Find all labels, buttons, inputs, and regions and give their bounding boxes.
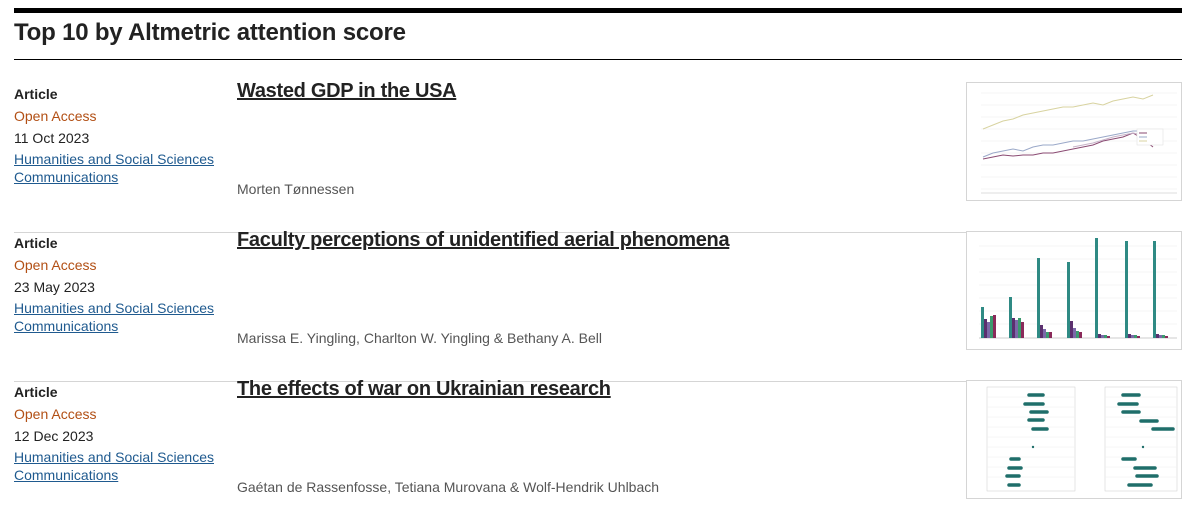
journal-link[interactable]: Humanities and Social Sciences Communica…	[14, 448, 229, 484]
article-item: Article Open Access 23 May 2023 Humaniti…	[14, 229, 1182, 382]
dot-plot-thumbnail[interactable]	[966, 380, 1182, 499]
article-type: Article	[14, 235, 58, 251]
article-meta: Article Open Access 11 Oct 2023 Humaniti…	[14, 84, 229, 186]
article-type: Article	[14, 86, 58, 102]
article-meta: Article Open Access 23 May 2023 Humaniti…	[14, 233, 229, 335]
line-chart-thumbnail[interactable]	[966, 82, 1182, 201]
publication-date: 12 Dec 2023	[14, 428, 94, 444]
article-authors: Gaétan de Rassenfosse, Tetiana Murovana …	[237, 479, 660, 495]
publication-date: 23 May 2023	[14, 279, 95, 295]
top-border	[14, 8, 1182, 13]
title-divider	[14, 59, 1182, 60]
journal-link[interactable]: Humanities and Social Sciences Communica…	[14, 299, 229, 335]
article-title-link[interactable]: Faculty perceptions of unidentified aeri…	[237, 229, 730, 252]
bar-chart-thumbnail[interactable]	[966, 231, 1182, 350]
page: Top 10 by Altmetric attention score Arti…	[0, 0, 1200, 504]
article-title-link[interactable]: Wasted GDP in the USA	[237, 80, 457, 103]
publication-date: 11 Oct 2023	[14, 130, 90, 146]
article-item: Article Open Access 11 Oct 2023 Humaniti…	[14, 80, 1182, 233]
article-item: Article Open Access 12 Dec 2023 Humaniti…	[14, 378, 1182, 531]
article-title-link[interactable]: The effects of war on Ukrainian research	[237, 378, 611, 401]
article-authors: Marissa E. Yingling, Charlton W. Yinglin…	[237, 330, 602, 346]
article-authors: Morten Tønnessen	[237, 181, 355, 197]
article-meta: Article Open Access 12 Dec 2023 Humaniti…	[14, 382, 229, 484]
section-title: Top 10 by Altmetric attention score	[14, 19, 406, 46]
journal-link[interactable]: Humanities and Social Sciences Communica…	[14, 150, 229, 186]
open-access-label: Open Access	[14, 406, 97, 422]
open-access-label: Open Access	[14, 108, 97, 124]
open-access-label: Open Access	[14, 257, 97, 273]
article-type: Article	[14, 384, 58, 400]
